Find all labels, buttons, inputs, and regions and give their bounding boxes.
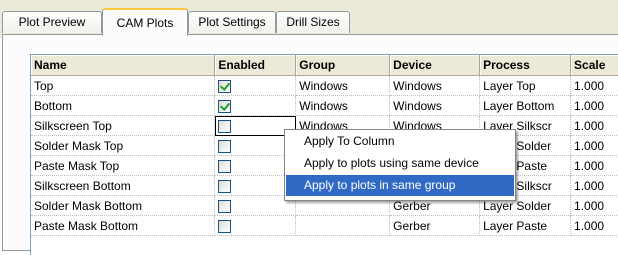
table-row[interactable]: Paste Mask Bottom Gerber Layer Paste 1.000 (31, 215, 618, 236)
scale-cell[interactable]: 1.000 (570, 115, 618, 136)
name-cell[interactable]: Paste Mask Bottom (31, 215, 216, 236)
device-cell[interactable]: Gerber (389, 215, 481, 236)
scale-cell[interactable]: 1.000 (570, 75, 618, 96)
column-header-device[interactable]: Device (389, 55, 481, 76)
scale-cell[interactable]: 1.000 (570, 195, 618, 216)
menu-item-apply-same-group[interactable]: Apply to plots in same group (286, 175, 514, 196)
column-header-process[interactable]: Process (479, 55, 572, 76)
column-header-enabled[interactable]: Enabled (214, 55, 297, 76)
name-cell[interactable]: Paste Mask Top (31, 155, 216, 176)
enabled-cell (214, 215, 297, 236)
tab-plot-preview[interactable]: Plot Preview (2, 11, 102, 33)
name-cell[interactable]: Solder Mask Bottom (31, 195, 216, 216)
name-cell[interactable]: Bottom (31, 95, 216, 116)
column-header-group[interactable]: Group (295, 55, 391, 76)
group-cell[interactable] (295, 215, 391, 236)
menu-item-apply-to-column[interactable]: Apply To Column (286, 131, 514, 152)
name-cell[interactable]: Solder Mask Top (31, 135, 216, 156)
context-menu: Apply To Column Apply to plots using sam… (284, 129, 516, 201)
name-cell[interactable]: Silkscreen Top (31, 115, 216, 136)
enabled-checkbox[interactable] (218, 219, 232, 233)
name-cell[interactable]: Silkscreen Bottom (31, 175, 216, 196)
process-cell[interactable]: Layer Bottom (479, 95, 572, 116)
enabled-checkbox[interactable] (218, 159, 232, 173)
enabled-checkbox[interactable] (218, 99, 232, 113)
process-cell[interactable]: Layer Paste (479, 215, 572, 236)
scale-cell[interactable]: 1.000 (570, 175, 618, 196)
enabled-checkbox[interactable] (218, 79, 232, 93)
tab-plot-settings[interactable]: Plot Settings (188, 11, 276, 33)
enabled-cell (214, 75, 297, 96)
column-header-name[interactable]: Name (31, 55, 216, 76)
enabled-checkbox[interactable] (218, 119, 232, 133)
name-cell[interactable]: Top (31, 75, 216, 96)
enabled-checkbox[interactable] (218, 179, 232, 193)
enabled-checkbox[interactable] (218, 199, 232, 213)
header-row: Name Enabled Group Device Process Scale (31, 55, 618, 76)
scale-cell[interactable]: 1.000 (570, 135, 618, 156)
device-cell[interactable]: Windows (389, 75, 481, 96)
device-cell[interactable]: Windows (389, 95, 481, 116)
tab-cam-plots[interactable]: CAM Plots (102, 8, 188, 36)
table-row[interactable]: Bottom Windows Windows Layer Bottom 1.000 (31, 95, 618, 116)
table-row[interactable]: Top Windows Windows Layer Top 1.000 (31, 75, 618, 96)
tab-drill-sizes[interactable]: Drill Sizes (276, 11, 350, 33)
menu-item-apply-same-device[interactable]: Apply to plots using same device (286, 153, 514, 174)
column-header-scale[interactable]: Scale (570, 55, 618, 76)
enabled-checkbox[interactable] (218, 139, 232, 153)
enabled-cell (214, 95, 297, 116)
group-cell[interactable]: Windows (295, 95, 391, 116)
scale-cell[interactable]: 1.000 (570, 215, 618, 236)
group-cell[interactable]: Windows (295, 75, 391, 96)
scale-cell[interactable]: 1.000 (570, 155, 618, 176)
scale-cell[interactable]: 1.000 (570, 95, 618, 116)
process-cell[interactable]: Layer Top (479, 75, 572, 96)
